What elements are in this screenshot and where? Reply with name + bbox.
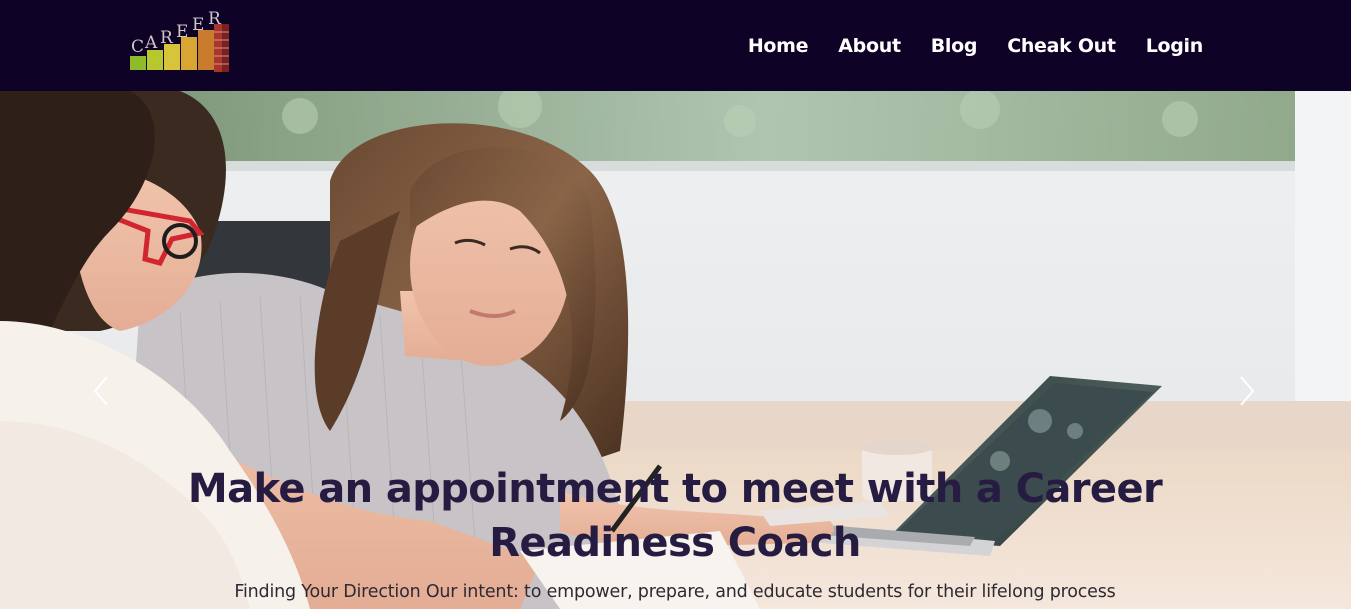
hero-title: Make an appointment to meet with a Caree…	[187, 466, 1163, 566]
nav-blog-link[interactable]: Blog	[931, 35, 978, 57]
carousel-next-button[interactable]	[1232, 371, 1262, 411]
nav-login-link[interactable]: Login	[1146, 35, 1204, 57]
hero-subtitle: Finding Your Direction Our intent: to em…	[234, 582, 1116, 602]
career-ladder-logo-icon: C A R E E R	[130, 9, 229, 72]
hero-carousel: Make an appointment to meet with a Caree…	[0, 91, 1351, 609]
nav-checkout-link[interactable]: Cheak Out	[1007, 35, 1116, 57]
svg-text:E: E	[192, 15, 204, 35]
carousel-prev-button[interactable]	[86, 371, 116, 411]
svg-text:C: C	[131, 37, 144, 57]
main-nav: Home About Blog Cheak Out Login	[748, 0, 1203, 91]
chevron-left-icon	[93, 376, 108, 406]
svg-text:A: A	[144, 33, 158, 53]
svg-text:E: E	[176, 22, 188, 42]
nav-about-link[interactable]: About	[838, 35, 901, 57]
top-navbar: C A R E E R Home About Blog Cheak Out Lo…	[0, 0, 1351, 91]
career-logo[interactable]: C A R E E R	[128, 9, 232, 74]
chevron-right-icon	[1240, 376, 1255, 406]
svg-text:R: R	[160, 28, 174, 48]
nav-home-link[interactable]: Home	[748, 35, 809, 57]
svg-text:R: R	[208, 10, 222, 29]
hero-caption: Make an appointment to meet with a Caree…	[170, 462, 1180, 604]
